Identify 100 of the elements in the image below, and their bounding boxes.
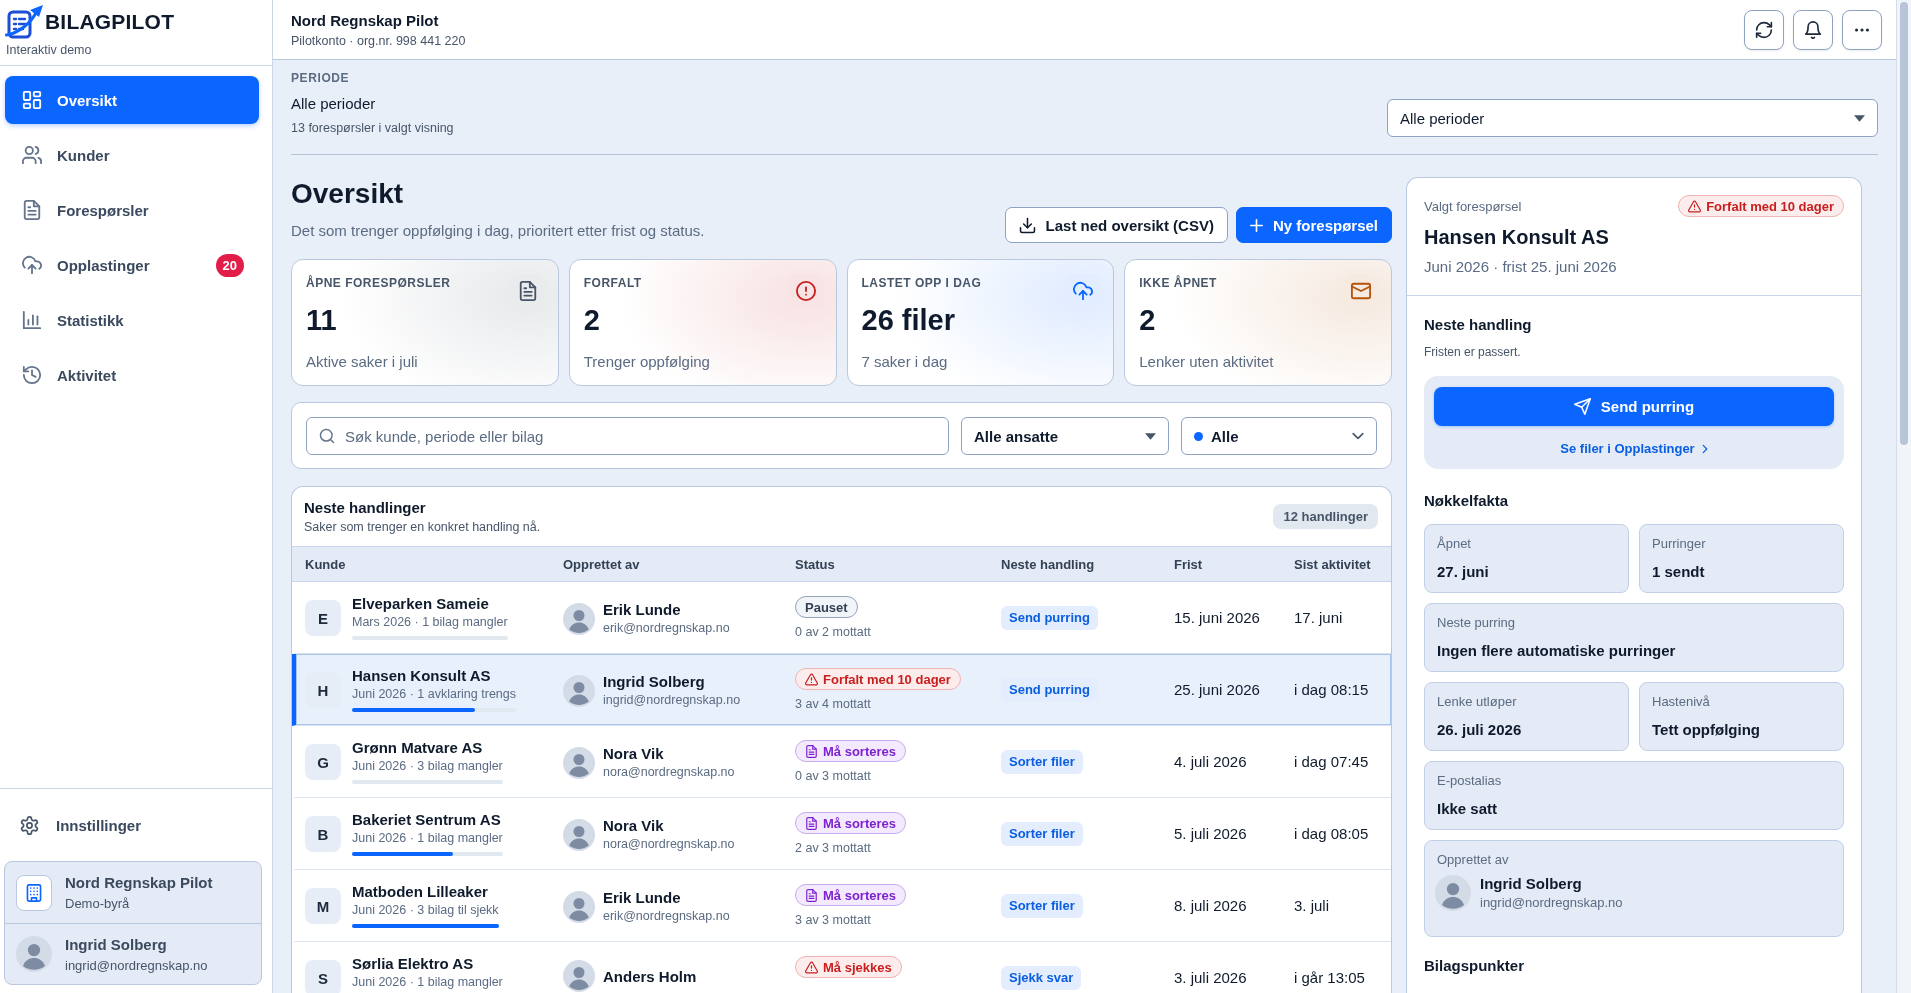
section-title: Neste handling [1424, 315, 1533, 335]
fact-label: Purringer [1652, 536, 1707, 552]
caret-down-icon [1145, 432, 1156, 440]
creator-name: Erik Lunde [603, 600, 682, 619]
creator-email: ingrid@nordregnskap.no [1480, 894, 1623, 911]
creator-name: Anders Holm [603, 966, 697, 986]
header-title: Nord Regnskap Pilot [291, 10, 440, 30]
column-header: Frist [1174, 556, 1203, 572]
table-row[interactable]: H Hansen Konsult AS Juni 2026 · 1 avklaring trengs Ingrid Solberg ingrid@nordregnskap.no Forfalt med 10 dager 3 av 4 mottatt Send purring 25. juni 2026 i dag 08:15 [292, 654, 1391, 726]
view-files-link[interactable]: Se filer i Opplastinger [1560, 440, 1708, 458]
creator-name: Ingrid Solberg [603, 672, 706, 691]
creator-email: nora@nordregnskap.no [603, 836, 735, 853]
status-select[interactable]: Alle [1181, 417, 1377, 455]
action-button[interactable]: Sorter filer [1001, 821, 1083, 846]
customer-detail: Juni 2026 · 1 avklaring trengs [352, 686, 516, 703]
search-icon [319, 428, 335, 444]
search-field[interactable]: Søk kunde, periode eller bilag [306, 417, 949, 455]
send-reminder-button[interactable]: Send purring [1434, 387, 1834, 426]
column-header: Neste handling [1001, 556, 1095, 572]
action-button[interactable]: Sorter filer [1001, 893, 1083, 918]
status-label: Må sorteres [823, 887, 896, 903]
fact-value: Tett oppfølging [1652, 720, 1762, 739]
creator-email: ingrid@nordregnskap.no [603, 692, 741, 709]
panel-title: Hansen Konsult AS [1424, 225, 1610, 250]
last-activity: 17. juni [1294, 608, 1343, 626]
status-label: Pauset [805, 599, 848, 615]
status-label: Forfalt med 10 dager [1706, 198, 1834, 214]
action-button[interactable]: Sorter filer [1001, 749, 1083, 774]
customer-initial: E [305, 600, 341, 636]
customer-initial: H [305, 672, 341, 708]
table-row[interactable]: G Grønn Matvare AS Juni 2026 · 3 bilag mangler Nora Vik nora@nordregnskap.no Må sorteres 0 av 3 mottatt Sorter filer 4. juli 2026 i dag 07:45 [292, 726, 1391, 798]
customer-detail: Juni 2026 · 3 bilag til sjekk [352, 902, 499, 919]
received-count: 3 av 3 mottatt [795, 912, 872, 928]
fact-label: Lenke utløper [1437, 694, 1518, 710]
plus-icon [1249, 218, 1263, 232]
due-date: 8. juli 2026 [1174, 896, 1247, 914]
received-count: 0 av 2 mottatt [795, 624, 872, 640]
scrollbar-thumb[interactable] [1900, 2, 1908, 445]
last-activity: i dag 07:45 [1294, 752, 1369, 770]
document-icon [805, 816, 818, 830]
nav-item[interactable]: Aktivitet [5, 351, 259, 399]
period-select[interactable]: Alle perioder [1387, 99, 1878, 137]
organization-type: Demo-byrå [65, 895, 131, 912]
page-title: Oversikt [291, 177, 405, 211]
avatar-icon [563, 818, 595, 851]
customer-name: Grønn Matvare AS [352, 738, 484, 757]
fact-value: 26. juli 2026 [1437, 720, 1523, 739]
action-button[interactable]: Send purring [1001, 605, 1098, 630]
nav-item[interactable]: Oversikt [5, 76, 259, 124]
nav-item[interactable]: Opplastinger 20 [5, 241, 259, 289]
download-button[interactable]: Last ned oversikt (CSV) [1004, 207, 1228, 243]
action-button[interactable]: Sjekk svar [1001, 965, 1082, 990]
customer-detail: Juni 2026 · 1 bilag mangler [352, 974, 503, 991]
employee-select[interactable]: Alle ansatte [961, 417, 1169, 455]
more-button[interactable] [1842, 9, 1882, 50]
last-activity: i dag 08:15 [1294, 680, 1369, 698]
creator-name: Ingrid Solberg [1480, 874, 1583, 893]
customer-name: Hansen Konsult AS [352, 666, 492, 685]
last-activity: i dag 08:05 [1294, 824, 1369, 842]
avatar-icon [563, 746, 595, 779]
request-count: 13 forespørsler i valgt visning [291, 120, 454, 136]
user-name: Ingrid Solberg [65, 934, 168, 954]
section-title: Nøkkelfakta [1424, 491, 1510, 511]
creator-email: erik@nordregnskap.no [603, 620, 730, 637]
status-label: Forfalt med 10 dager [823, 671, 951, 687]
period-value: Alle perioder [291, 95, 377, 113]
customer-initial: G [305, 744, 341, 780]
logo-icon [5, 4, 44, 39]
customer-initial: S [305, 960, 341, 993]
action-button[interactable]: Send purring [1001, 677, 1098, 702]
avatar-icon [563, 602, 595, 635]
nav-item[interactable]: Statistikk [5, 296, 259, 344]
organization-name: Nord Regnskap Pilot [65, 873, 213, 892]
notifications-button[interactable] [1793, 9, 1833, 50]
due-date: 5. juli 2026 [1174, 824, 1247, 842]
stat-caption: Aktive saker i juli [306, 352, 419, 372]
stat-value: 2 [1139, 303, 1157, 337]
bell-icon [1804, 20, 1822, 39]
column-header: Status [795, 556, 835, 572]
due-date: 15. juni 2026 [1174, 608, 1260, 626]
nav-item[interactable]: Forespørsler [5, 186, 259, 234]
table-row[interactable]: S Sørlia Elektro AS Juni 2026 · 1 bilag mangler Anders Holm Må sjekkes Sjekk svar 3. juli 2026 i går 13:05 [292, 942, 1391, 993]
building-icon [16, 874, 52, 911]
table-row[interactable]: B Bakeriet Sentrum AS Juni 2026 · 1 bilag mangler Nora Vik nora@nordregnskap.no Må sorteres 2 av 3 mottatt Sorter filer 5. juli 2026 i dag 08:05 [292, 798, 1391, 870]
customer-name: Sørlia Elektro AS [352, 954, 475, 973]
refresh-button[interactable] [1744, 9, 1784, 50]
document-icon [805, 744, 818, 758]
stat-caption: 7 saker i dag [861, 352, 949, 372]
fact-value: Ikke satt [1437, 799, 1499, 818]
more-icon [1855, 27, 1869, 32]
users-icon [22, 145, 42, 165]
settings-item[interactable]: Innstillinger [0, 789, 272, 861]
column-header: Kunde [305, 556, 346, 572]
table-row[interactable]: M Matboden Lilleaker Juni 2026 · 3 bilag til sjekk Erik Lunde erik@nordregnskap.no Må sorteres 3 av 3 mottatt Sorter filer 8. juli 2026 3. juli [292, 870, 1391, 942]
nav-item[interactable]: Kunder [5, 131, 259, 179]
due-date: 4. juli 2026 [1174, 752, 1247, 770]
count-badge: 20 [215, 253, 244, 277]
refresh-icon [1755, 20, 1773, 39]
new-request-button[interactable]: Ny forespørsel [1235, 207, 1392, 243]
table-title: Neste handlinger [304, 498, 427, 517]
